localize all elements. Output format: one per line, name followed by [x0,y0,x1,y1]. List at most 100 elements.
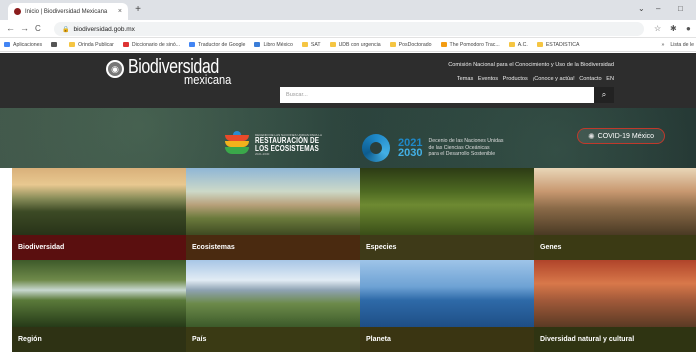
virus-icon: ✺ [587,131,595,141]
decenio-oceanos-logo[interactable]: 2021 2030 Decenio de las Naciones Unidas… [362,134,503,162]
bookmark-item[interactable]: ESTADISTICA [536,41,580,48]
hero-banner: DECENIO DE LAS NACIONES UNIDAS PARA LA R… [0,108,696,168]
restauracion-ecosistemas-logo[interactable]: DECENIO DE LAS NACIONES UNIDAS PARA LA R… [222,131,335,157]
tab-title: Inicio | Biodiversidad Mexicana [25,8,108,15]
forward-button[interactable]: → [20,23,29,34]
logo-subtitle: mexicana [184,72,232,87]
decade-text-3: para el Desarrollo Sostenible [428,151,496,158]
url-text: biodiversidad.gob.mx [73,25,135,33]
bookmark-label: Aplicaciones [13,41,43,48]
tile-region[interactable]: Región [12,260,186,352]
bookmark-folder-icon [189,42,196,47]
bookmarks-overflow[interactable]: » Lista de le [657,38,694,51]
bookmark-item[interactable]: A.C. [508,41,528,48]
menu-item-productos[interactable]: Productos [503,76,528,82]
bookmark-label: Orinda Publicar [78,41,114,48]
bookmark-folder-icon [254,42,261,47]
bookmark-item[interactable]: SAT [301,41,321,48]
bookmark-label: UDB con urgencia [338,41,381,48]
bookmark-folder-icon [301,42,308,47]
ocean-decade-emblem-icon [362,134,390,162]
bookmark-label: Libro México [263,41,293,48]
back-button[interactable]: ← [6,23,15,34]
tile-ecosistemas[interactable]: Ecosistemas [186,168,360,260]
tile-label: País [186,327,360,352]
tile-label: Genes [534,235,696,260]
site-favicon-icon [14,8,21,15]
bookmarks-bar: Aplicaciones Orinda Publicar Diccionario d… [0,38,696,52]
bookmark-item[interactable]: Traductor de Google [189,42,245,48]
menu-item-conoce-actua[interactable]: ¡Conoce y actúa! [532,76,574,82]
tile-photo [360,260,534,327]
restauracion-years: 2021-2030 [255,152,270,156]
bookmark-item[interactable] [51,42,60,47]
minimize-button[interactable]: – [656,4,660,14]
search-button[interactable]: ⌕ [594,87,614,103]
tile-label: Especies [360,235,534,260]
tile-label: Diversidad natural y cultural [534,327,696,352]
tile-pais[interactable]: País [186,260,360,352]
bookmarks-more-icon[interactable]: » [661,42,664,48]
bookmark-star-icon[interactable]: ☆ [654,24,661,34]
bookmark-item[interactable]: UDB con urgencia [329,41,381,48]
tile-photo [534,168,696,235]
apps-grid-icon [4,42,10,47]
logo-emblem-icon: ◉ [106,60,124,78]
covid-button[interactable]: ✺ COVID-19 México [577,128,665,144]
bookmark-folder-icon [51,42,58,47]
bookmark-label: Diccionario de sinó... [131,41,181,48]
reload-button[interactable]: C [35,23,41,34]
bookmark-label: SAT [310,41,321,48]
restauracion-title-2: LOS ECOSISTEMAS [255,144,319,153]
new-tab-button[interactable]: + [132,4,144,16]
main-menu: Temas Eventos Productos ¡Conoce y actúa!… [430,76,614,82]
bookmark-item[interactable]: Libro México [254,41,293,48]
site-header: ◉ Biodiversidad mexicana Comisión Nacion… [0,53,696,108]
bookmark-folder-icon [440,42,447,47]
bookmark-label: Traductor de Google [198,41,246,48]
bookmark-item[interactable]: Diccionario de sinó... [122,41,181,48]
tile-photo [186,168,360,235]
covid-label: COVID-19 México [597,132,655,140]
tile-planeta[interactable]: Planeta [360,260,534,352]
menu-item-temas[interactable]: Temas [457,76,473,82]
tile-biodiversidad[interactable]: Biodiversidad [12,168,186,260]
tile-photo [12,260,186,327]
tile-especies[interactable]: Especies [360,168,534,260]
tile-diversidad-natural-cultural[interactable]: Diversidad natural y cultural [534,260,696,352]
tab-search-chevron-icon[interactable]: ⌄ [638,4,645,14]
bookmark-item[interactable]: Orinda Publicar [69,42,114,48]
tab-close-icon[interactable]: × [118,8,122,15]
url-input[interactable]: 🔒 biodiversidad.gob.mx [54,22,644,36]
bookmark-folder-icon [329,42,336,47]
tile-label: Región [12,327,186,352]
reading-list-button[interactable]: Lista de le [670,42,694,48]
bookmark-label: The Pomodoro Trac... [449,41,500,48]
tile-photo [360,168,534,235]
menu-item-eventos[interactable]: Eventos [478,76,498,82]
decade-text-1: Decenio de las Naciones Unidas [428,138,504,145]
restauracion-emblem-icon [222,131,252,157]
bookmark-apps[interactable]: Aplicaciones [4,42,42,48]
bookmark-label: ESTADISTICA [545,41,580,48]
maximize-button[interactable]: □ [678,4,683,14]
bookmark-folder-icon [122,42,129,47]
site-logo[interactable]: ◉ Biodiversidad mexicana [106,57,242,86]
tile-label: Biodiversidad [12,235,186,260]
tile-label: Planeta [360,327,534,352]
bookmark-item[interactable]: The Pomodoro Trac... [440,41,500,48]
extensions-icon[interactable]: ✱ [670,24,677,34]
browser-tab[interactable]: Inicio | Biodiversidad Mexicana × [8,3,128,20]
conabio-link[interactable]: Comisión Nacional para el Conocimiento y… [400,62,614,68]
tile-genes[interactable]: Genes [534,168,696,260]
menu-item-contacto[interactable]: Contacto [579,76,601,82]
address-bar-row: ← → C 🔒 biodiversidad.gob.mx ☆ ✱ ● [0,20,696,38]
menu-item-language[interactable]: EN [606,76,614,82]
bookmark-folder-icon [536,42,543,47]
profile-icon[interactable]: ● [686,24,691,34]
search-input[interactable]: Buscar... [280,87,594,103]
lock-icon: 🔒 [62,26,70,33]
bookmark-folder-icon [508,42,515,47]
bookmark-label: A.C. [517,41,528,48]
bookmark-item[interactable]: PosDoctorado [389,42,432,48]
